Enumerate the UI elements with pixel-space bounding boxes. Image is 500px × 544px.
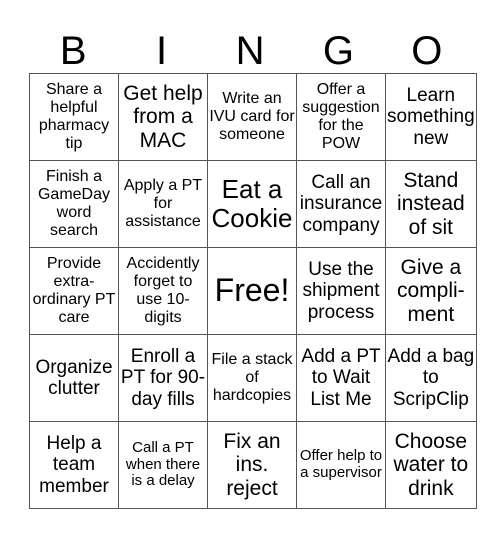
header-letter-g: G [322, 29, 354, 73]
bingo-cell[interactable]: Give a compli-ment [385, 247, 477, 335]
grid-row: Provide extra-ordinary PT care Accidentl… [29, 247, 477, 335]
bingo-cell[interactable]: Call an insurance company [296, 160, 386, 248]
bingo-cell[interactable]: Get help from a MAC [118, 73, 208, 161]
bingo-cell[interactable]: Call a PT when there is a delay [118, 421, 208, 509]
bingo-cell[interactable]: Add a bag to ScripClip [385, 334, 477, 422]
bingo-cell[interactable]: Offer a suggestion for the POW [296, 73, 386, 161]
grid-row: Help a team member Call a PT when there … [29, 421, 477, 509]
bingo-cell[interactable]: Stand instead of sit [385, 160, 477, 248]
header-letter-b: B [59, 29, 87, 73]
bingo-cell[interactable]: Use the shipment process [296, 247, 386, 335]
grid-row: Organize clutter Enroll a PT for 90-day … [29, 334, 477, 422]
header-letter-o: O [411, 29, 443, 73]
bingo-cell[interactable]: Accidently forget to use 10-digits [118, 247, 208, 335]
bingo-cell[interactable]: Learn something new [385, 73, 477, 161]
bingo-cell[interactable]: File a stack of hardcopies [207, 334, 297, 422]
bingo-cell[interactable]: Fix an ins. reject [207, 421, 297, 509]
bingo-cell[interactable]: Help a team member [29, 421, 119, 509]
bingo-cell[interactable]: Eat a Cookie [207, 160, 297, 248]
header-letter-n: N [235, 29, 265, 73]
bingo-cell[interactable]: Organize clutter [29, 334, 119, 422]
bingo-cell[interactable]: Share a helpful pharmacy tip [29, 73, 119, 161]
bingo-cell[interactable]: Add a PT to Wait List Me [296, 334, 386, 422]
bingo-cell[interactable]: Write an IVU card for someone [207, 73, 297, 161]
bingo-cell[interactable]: Choose water to drink [385, 421, 477, 509]
bingo-cell[interactable]: Finish a GameDay word search [29, 160, 119, 248]
grid-row: Finish a GameDay word search Apply a PT … [29, 160, 477, 248]
bingo-cell[interactable]: Enroll a PT for 90-day fills [118, 334, 208, 422]
bingo-cell[interactable]: Apply a PT for assistance [118, 160, 208, 248]
bingo-header: B I N G O [29, 30, 471, 73]
grid-row: Share a helpful pharmacy tip Get help fr… [29, 73, 477, 161]
bingo-cell[interactable]: Provide extra-ordinary PT care [29, 247, 119, 335]
bingo-cell[interactable]: Offer help to a supervisor [296, 421, 386, 509]
header-letter-i: I [156, 29, 168, 73]
free-space[interactable]: Free! [207, 247, 297, 335]
bingo-grid: Share a helpful pharmacy tip Get help fr… [29, 73, 477, 509]
